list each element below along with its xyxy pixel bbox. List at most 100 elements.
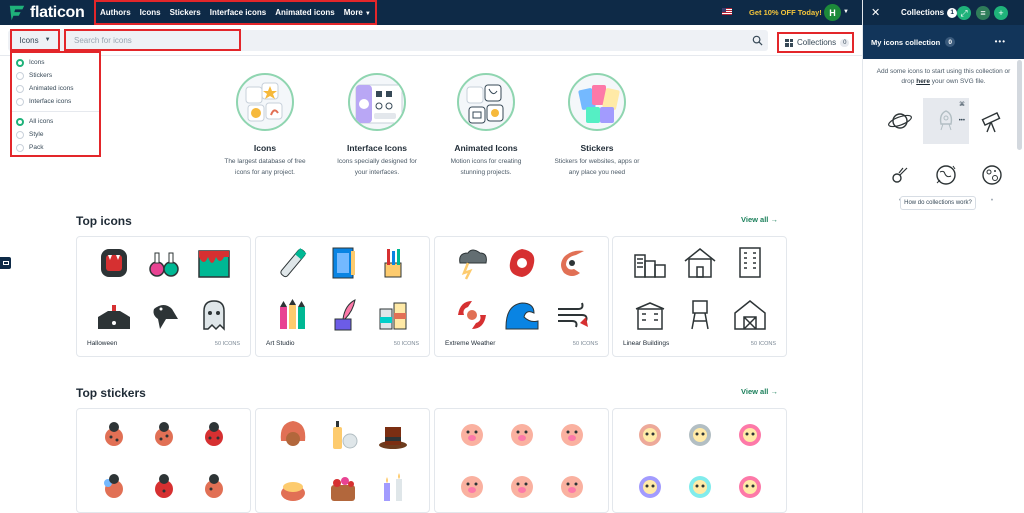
option-label: Stickers <box>29 72 53 79</box>
pig-sticker-icon <box>511 424 533 446</box>
apartment-icon <box>635 302 665 330</box>
planet-icon <box>888 113 912 129</box>
category-desc-line2: stunning projects. <box>460 169 512 176</box>
promo-offer-link[interactable]: Get 10% OFF Today! <box>749 8 822 17</box>
collection-slot[interactable] <box>969 98 1015 144</box>
nav-animated-icons[interactable]: Animated icons <box>275 8 335 17</box>
search-input[interactable] <box>64 29 241 51</box>
top-stickers-view-all-link[interactable]: View all → <box>741 387 778 396</box>
category-icons[interactable]: Icons The largest database of free icons … <box>205 73 325 178</box>
icon-pack-card-halloween[interactable]: Halloween 50 ICONS <box>76 236 251 357</box>
collection-slot[interactable]: ● <box>923 152 969 202</box>
comet-icon <box>892 167 908 183</box>
quill-ink-icon <box>334 299 356 331</box>
logo-text: flaticon <box>30 3 85 21</box>
magic-icon[interactable]: ⌘ <box>959 101 965 108</box>
category-interface-icons[interactable]: Interface Icons Icons specially designed… <box>317 73 437 178</box>
dropdown-option-interface-icons[interactable]: Interface icons <box>12 95 99 108</box>
us-flag-icon[interactable] <box>722 8 732 15</box>
collection-slot[interactable] <box>877 98 923 144</box>
crow-icon <box>153 305 178 329</box>
radio-icon <box>16 143 24 152</box>
search-icon[interactable] <box>752 35 763 46</box>
dropdown-option-style[interactable]: Style <box>12 128 99 141</box>
view-all-label: View all <box>741 215 769 224</box>
collections-button[interactable]: Collections 0 <box>777 32 854 53</box>
pack-preview-grid <box>89 245 239 333</box>
category-desc-line1: The largest database of free <box>224 158 306 165</box>
candles-sticker-icon <box>384 473 402 501</box>
sticker-pack-card[interactable] <box>255 408 430 513</box>
pack-preview-grid <box>268 245 418 333</box>
collection-count-badge: 0 <box>945 37 956 47</box>
icon-pack-card-art-studio[interactable]: Art Studio 50 ICONS <box>255 236 430 357</box>
flaticon-logo[interactable]: flaticon <box>0 4 92 22</box>
top-icons-view-all-link[interactable]: View all → <box>741 215 778 224</box>
search-bar: Icons ▼ <box>0 25 862 56</box>
haunted-house-icon <box>98 305 130 329</box>
nav-stickers[interactable]: Stickers <box>170 8 201 17</box>
close-icon[interactable]: ✕ <box>871 6 885 19</box>
dropdown-option-all-icons[interactable]: All icons <box>12 115 99 128</box>
top-icons-heading: Top icons <box>76 214 132 228</box>
collection-slot[interactable]: ● <box>969 152 1015 202</box>
chevron-down-icon[interactable]: ▼ <box>843 9 849 15</box>
how-collections-work-button[interactable]: How do collections work? <box>900 196 976 210</box>
nav-icons[interactable]: Icons <box>140 8 161 17</box>
expand-icon[interactable]: ⤢ <box>957 6 971 20</box>
pack-preview-grid <box>268 417 418 505</box>
upload-here-link[interactable]: here <box>916 78 930 85</box>
ladybug-sticker-icon <box>205 422 223 446</box>
sticker-pack-card[interactable] <box>612 408 787 513</box>
list-icon[interactable]: ≡ <box>976 6 990 20</box>
avatar[interactable]: H <box>824 4 841 21</box>
resource-type-dropdown: Icons Stickers Animated icons Interface … <box>10 51 101 157</box>
radio-icon <box>16 84 24 93</box>
nav-interface-icons[interactable]: Interface icons <box>210 8 266 17</box>
feedback-tab[interactable] <box>0 257 11 269</box>
collections-label: Collections <box>797 38 837 47</box>
chat-icon <box>2 261 9 265</box>
category-stickers[interactable]: Stickers Stickers for websites, apps or a… <box>537 73 657 178</box>
add-collection-icon[interactable]: + <box>994 6 1008 20</box>
category-desc-line1: Motion icons for creating <box>450 158 522 165</box>
option-label: All icons <box>29 118 54 125</box>
pack-name: Art Studio <box>266 340 295 347</box>
office-tower-icon <box>739 247 761 278</box>
sloth-sticker-icon <box>739 476 761 498</box>
top-stickers-heading: Top stickers <box>76 386 146 400</box>
moon-icon <box>982 165 1002 185</box>
more-options-icon[interactable]: ••• <box>995 37 1006 46</box>
rocket-icon <box>939 110 953 131</box>
ladybug-sticker-icon <box>105 422 123 446</box>
dropdown-option-animated-icons[interactable]: Animated icons <box>12 82 99 95</box>
pig-sticker-icon <box>461 424 483 446</box>
collection-slot-active[interactable]: ⌘ ••• <box>923 98 969 144</box>
pack-count: 50 ICONS <box>393 341 419 347</box>
collection-slot[interactable]: ● <box>877 152 923 202</box>
category-desc-line2: any place you need <box>568 169 626 176</box>
pilgrim-hat-sticker-icon <box>379 427 407 449</box>
more-options-icon[interactable]: ••• <box>959 118 965 124</box>
pack-name: Extreme Weather <box>445 340 496 347</box>
dropdown-option-stickers[interactable]: Stickers <box>12 69 99 82</box>
resource-type-select[interactable]: Icons ▼ <box>10 29 60 51</box>
dropdown-option-icons[interactable]: Icons <box>12 56 99 69</box>
nav-authors[interactable]: Authors <box>100 8 131 17</box>
brush-jar-icon <box>384 249 402 278</box>
category-desc-line2: your interfaces. <box>354 169 400 176</box>
strong-wind-icon <box>558 302 588 328</box>
factory-icon <box>634 254 666 278</box>
category-title: Icons <box>253 143 277 153</box>
panel-scrollbar[interactable] <box>1017 60 1022 150</box>
earth-icon <box>936 165 956 185</box>
nav-more[interactable]: More ▼ <box>344 8 371 17</box>
telescope-icon <box>981 111 1001 133</box>
category-animated-icons[interactable]: Animated Icons Motion icons for creating… <box>426 73 546 178</box>
icon-pack-card-linear-buildings[interactable]: Linear Buildings 50 ICONS <box>612 236 787 357</box>
sticker-pack-card[interactable] <box>434 408 609 513</box>
sticker-pack-card[interactable] <box>76 408 251 513</box>
collection-slots: ⌘ ••• ● ● ● <box>877 98 1015 202</box>
icon-pack-card-extreme-weather[interactable]: Extreme Weather 50 ICONS <box>434 236 609 357</box>
dropdown-option-pack[interactable]: Pack <box>12 141 99 154</box>
